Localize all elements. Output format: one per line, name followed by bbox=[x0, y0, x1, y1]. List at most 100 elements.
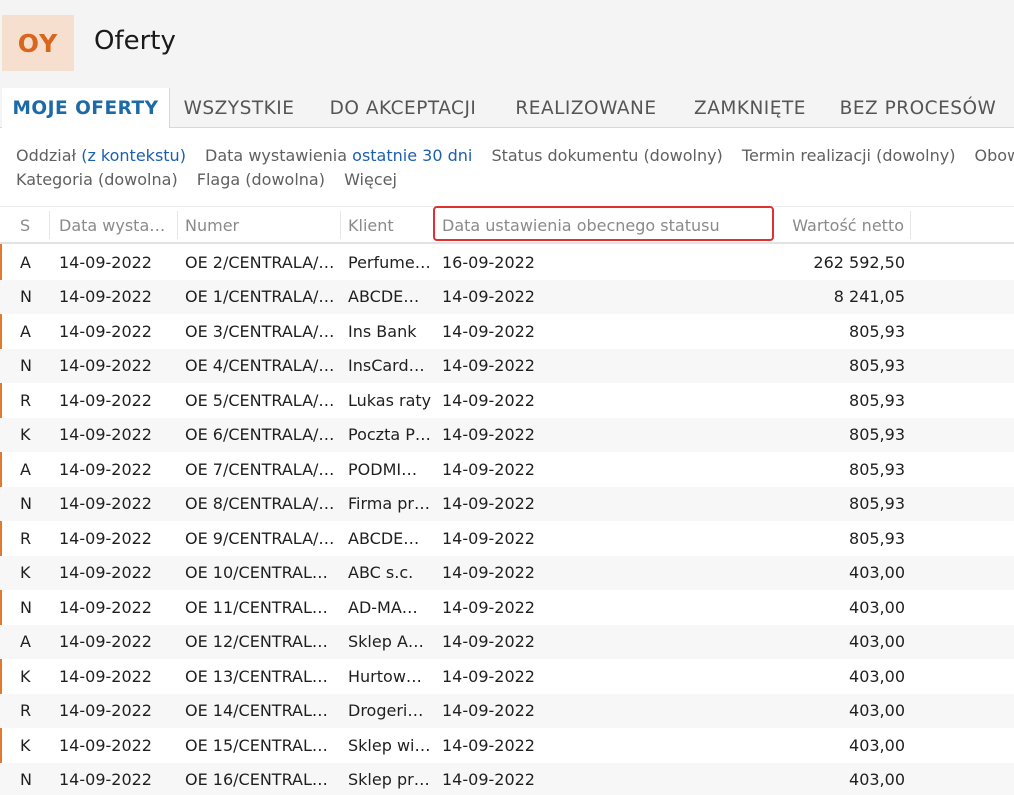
table-row[interactable]: K 14-09-2022 OE 6/CENTRALA/… Poczta P… 14-09… bbox=[0, 417, 1014, 452]
cell-numer: OE 1/CENTRALA/… bbox=[185, 287, 335, 307]
cell-klient: Hurtow… bbox=[348, 666, 422, 686]
cell-data-wystawienia: 14-09-2022 bbox=[59, 632, 152, 652]
filter-oddzial-label: Oddział bbox=[16, 146, 77, 165]
cell-data-wystawienia: 14-09-2022 bbox=[59, 252, 152, 272]
cell-status: K bbox=[20, 425, 31, 445]
cell-status: R bbox=[20, 390, 32, 410]
cell-data-wystawienia: 14-09-2022 bbox=[59, 494, 152, 514]
filter-flaga[interactable]: Flaga (dowolna) bbox=[197, 170, 325, 189]
filter-termin[interactable]: Termin realizacji (dowolny) bbox=[742, 146, 956, 165]
cell-data-statusu: 14-09-2022 bbox=[442, 666, 535, 686]
filter-oddzial-value: (z kontekstu) bbox=[81, 146, 186, 165]
filter-data-label: Data wystawienia bbox=[205, 146, 348, 165]
cell-data-statusu: 14-09-2022 bbox=[442, 425, 535, 445]
tab-zamkniete[interactable]: ZAMKNIĘTE bbox=[678, 88, 822, 128]
cell-numer: OE 7/CENTRALA/… bbox=[185, 459, 335, 479]
cell-numer: OE 4/CENTRALA/… bbox=[185, 356, 335, 376]
table-row[interactable]: A 14-09-2022 OE 7/CENTRALA/… PODMI… 14-09-20… bbox=[0, 452, 1014, 487]
cell-klient: Sklep A… bbox=[348, 632, 424, 652]
cell-data-statusu: 14-09-2022 bbox=[442, 321, 535, 341]
filter-data-wystawienia[interactable]: Data wystawienia ostatnie 30 dni bbox=[205, 146, 472, 165]
cell-status: R bbox=[20, 528, 32, 548]
tab-wszystkie[interactable]: WSZYSTKIE bbox=[170, 88, 308, 128]
page-title: Oferty bbox=[94, 26, 176, 56]
cell-klient: Sklep pr… bbox=[348, 770, 430, 790]
filter-obowiazuje[interactable]: Obowią bbox=[975, 146, 1014, 165]
cell-data-statusu: 16-09-2022 bbox=[442, 252, 535, 272]
cell-wartosc-netto: 403,00 bbox=[849, 701, 905, 721]
cell-wartosc-netto: 403,00 bbox=[849, 632, 905, 652]
cell-data-statusu: 14-09-2022 bbox=[442, 770, 535, 790]
column-separator[interactable] bbox=[910, 211, 911, 239]
cell-data-wystawienia: 14-09-2022 bbox=[59, 287, 152, 307]
highlight-annotation bbox=[433, 206, 774, 241]
cell-data-statusu: 14-09-2022 bbox=[442, 597, 535, 617]
filter-row-1: Oddział (z kontekstu) Data wystawienia o… bbox=[16, 146, 1014, 165]
cell-numer: OE 6/CENTRALA/… bbox=[185, 425, 335, 445]
table-row[interactable]: A 14-09-2022 OE 2/CENTRALA/… Perfume… 16-09-… bbox=[0, 245, 1014, 280]
cell-klient: AD-MA… bbox=[348, 597, 418, 617]
column-header-numer[interactable]: Numer bbox=[185, 207, 335, 243]
table-row[interactable]: R 14-09-2022 OE 14/CENTRAL… Drogeri… 14-09-2… bbox=[0, 693, 1014, 728]
cell-status: N bbox=[20, 494, 32, 514]
column-separator[interactable] bbox=[177, 211, 178, 239]
cell-data-wystawienia: 14-09-2022 bbox=[59, 735, 152, 755]
filter-wiecej[interactable]: Więcej bbox=[344, 170, 397, 189]
cell-klient: ABCDE… bbox=[348, 528, 420, 548]
table-row[interactable]: R 14-09-2022 OE 5/CENTRALA/… Lukas raty 14-0… bbox=[0, 383, 1014, 418]
cell-numer: OE 9/CENTRALA/… bbox=[185, 528, 335, 548]
table-row[interactable]: K 14-09-2022 OE 15/CENTRAL… Sklep wi… 14-09-… bbox=[0, 728, 1014, 763]
table-row[interactable]: A 14-09-2022 OE 3/CENTRALA/… Ins Bank 14-09-… bbox=[0, 314, 1014, 349]
column-header-wartosc-netto[interactable]: Wartość netto bbox=[780, 207, 904, 243]
tab-moje-oferty[interactable]: MOJE OFERTY bbox=[2, 88, 170, 128]
cell-wartosc-netto: 805,93 bbox=[849, 459, 905, 479]
cell-wartosc-netto: 403,00 bbox=[849, 735, 905, 755]
cell-status: K bbox=[20, 735, 31, 755]
app-badge: OY bbox=[2, 15, 74, 71]
table-row[interactable]: K 14-09-2022 OE 10/CENTRAL… ABC s.c. 14-09-2… bbox=[0, 555, 1014, 590]
cell-data-wystawienia: 14-09-2022 bbox=[59, 321, 152, 341]
table-row[interactable]: N 14-09-2022 OE 16/CENTRAL… Sklep pr… 14-09-… bbox=[0, 762, 1014, 795]
cell-status: A bbox=[20, 459, 31, 479]
cell-klient: Poczta P… bbox=[348, 425, 431, 445]
filter-status[interactable]: Status dokumentu (dowolny) bbox=[491, 146, 722, 165]
table-row[interactable]: N 14-09-2022 OE 4/CENTRALA/… InsCard… 14-09-… bbox=[0, 348, 1014, 383]
column-separator[interactable] bbox=[49, 211, 50, 239]
column-header-s[interactable]: S bbox=[20, 207, 50, 243]
cell-data-wystawienia: 14-09-2022 bbox=[59, 528, 152, 548]
cell-numer: OE 15/CENTRAL… bbox=[185, 735, 328, 755]
cell-wartosc-netto: 403,00 bbox=[849, 563, 905, 583]
filter-oddzial[interactable]: Oddział (z kontekstu) bbox=[16, 146, 186, 165]
table-row[interactable]: A 14-09-2022 OE 12/CENTRAL… Sklep A… 14-09-2… bbox=[0, 624, 1014, 659]
tab-realizowane[interactable]: REALIZOWANE bbox=[500, 88, 672, 128]
cell-wartosc-netto: 262 592,50 bbox=[813, 252, 905, 272]
filter-kategoria[interactable]: Kategoria (dowolna) bbox=[16, 170, 178, 189]
cell-numer: OE 14/CENTRAL… bbox=[185, 701, 328, 721]
table-row[interactable]: N 14-09-2022 OE 1/CENTRALA/… ABCDE… 14-09-20… bbox=[0, 279, 1014, 314]
column-separator[interactable] bbox=[340, 211, 341, 239]
table-row[interactable]: N 14-09-2022 OE 8/CENTRALA/… Firma pr… 14-09… bbox=[0, 486, 1014, 521]
cell-numer: OE 16/CENTRAL… bbox=[185, 770, 328, 790]
tab-do-akceptacji[interactable]: DO AKCEPTACJI bbox=[312, 88, 494, 128]
table-row[interactable]: N 14-09-2022 OE 11/CENTRAL… AD-MA… 14-09-202… bbox=[0, 590, 1014, 625]
cell-numer: OE 5/CENTRALA/… bbox=[185, 390, 335, 410]
table-row[interactable]: R 14-09-2022 OE 9/CENTRALA/… ABCDE… 14-09-20… bbox=[0, 521, 1014, 556]
cell-data-wystawienia: 14-09-2022 bbox=[59, 459, 152, 479]
cell-numer: OE 10/CENTRAL… bbox=[185, 563, 328, 583]
column-header-data-wystawienia[interactable]: Data wysta… bbox=[59, 207, 171, 243]
column-header-klient[interactable]: Klient bbox=[348, 207, 428, 243]
cell-klient: ABC s.c. bbox=[348, 563, 414, 583]
cell-data-statusu: 14-09-2022 bbox=[442, 287, 535, 307]
cell-numer: OE 13/CENTRAL… bbox=[185, 666, 328, 686]
cell-data-wystawienia: 14-09-2022 bbox=[59, 425, 152, 445]
table-row[interactable]: K 14-09-2022 OE 13/CENTRAL… Hurtow… 14-09-20… bbox=[0, 659, 1014, 694]
cell-wartosc-netto: 403,00 bbox=[849, 597, 905, 617]
cell-data-wystawienia: 14-09-2022 bbox=[59, 356, 152, 376]
cell-numer: OE 11/CENTRAL… bbox=[185, 597, 328, 617]
filter-data-value: ostatnie 30 dni bbox=[352, 146, 473, 165]
cell-status: A bbox=[20, 252, 31, 272]
cell-wartosc-netto: 805,93 bbox=[849, 528, 905, 548]
tab-bez-procesow[interactable]: BEZ PROCESÓW bbox=[828, 88, 1008, 128]
cell-status: A bbox=[20, 321, 31, 341]
cell-klient: Lukas raty bbox=[348, 390, 432, 410]
